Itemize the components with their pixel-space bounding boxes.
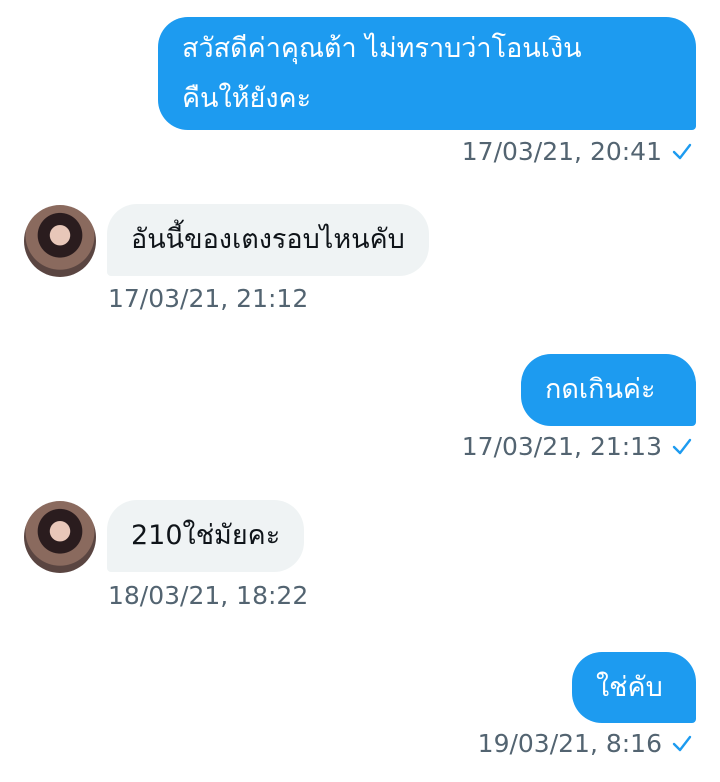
message-timestamp: 17/03/21, 20:41 <box>461 137 662 166</box>
message-text-line: คืนให้ยังคะ <box>182 83 312 114</box>
message-text: กดเกินค่ะ <box>545 374 656 405</box>
avatar[interactable] <box>24 501 96 573</box>
check-icon <box>672 438 692 456</box>
avatar[interactable] <box>24 205 96 277</box>
message-timestamp: 19/03/21, 8:16 <box>477 729 662 758</box>
message-meta: 17/03/21, 21:13 <box>462 432 692 462</box>
message-text: ใช่คับ <box>596 672 663 703</box>
message-timestamp: 17/03/21, 21:13 <box>461 432 662 461</box>
outgoing-message-bubble[interactable]: ใช่คับ <box>572 652 696 723</box>
message-text: อันนี้ของเตงรอบไหนคับ <box>131 224 405 255</box>
outgoing-message-bubble[interactable]: กดเกินค่ะ <box>521 354 696 426</box>
outgoing-message-bubble[interactable]: สวัสดีค่าคุณต้า ไม่ทราบว่าโอนเงิน คืนให้… <box>158 17 696 130</box>
incoming-message-bubble[interactable]: 210ใช่มัยคะ <box>107 500 305 572</box>
message-meta: 19/03/21, 8:16 <box>478 729 692 759</box>
incoming-message-bubble[interactable]: อันนี้ของเตงรอบไหนคับ <box>107 204 429 276</box>
message-timestamp: 18/03/21, 18:22 <box>108 581 309 610</box>
message-meta: 17/03/21, 20:41 <box>462 137 692 167</box>
message-text-line: สวัสดีค่าคุณต้า ไม่ทราบว่าโอนเงิน <box>182 33 582 64</box>
check-icon <box>672 143 692 161</box>
check-icon <box>672 735 692 753</box>
conversation-thread: สวัสดีค่าคุณต้า ไม่ทราบว่าโอนเงิน คืนให้… <box>0 0 720 782</box>
message-timestamp: 17/03/21, 21:12 <box>108 284 309 313</box>
message-text: 210ใช่มัยคะ <box>131 520 281 551</box>
